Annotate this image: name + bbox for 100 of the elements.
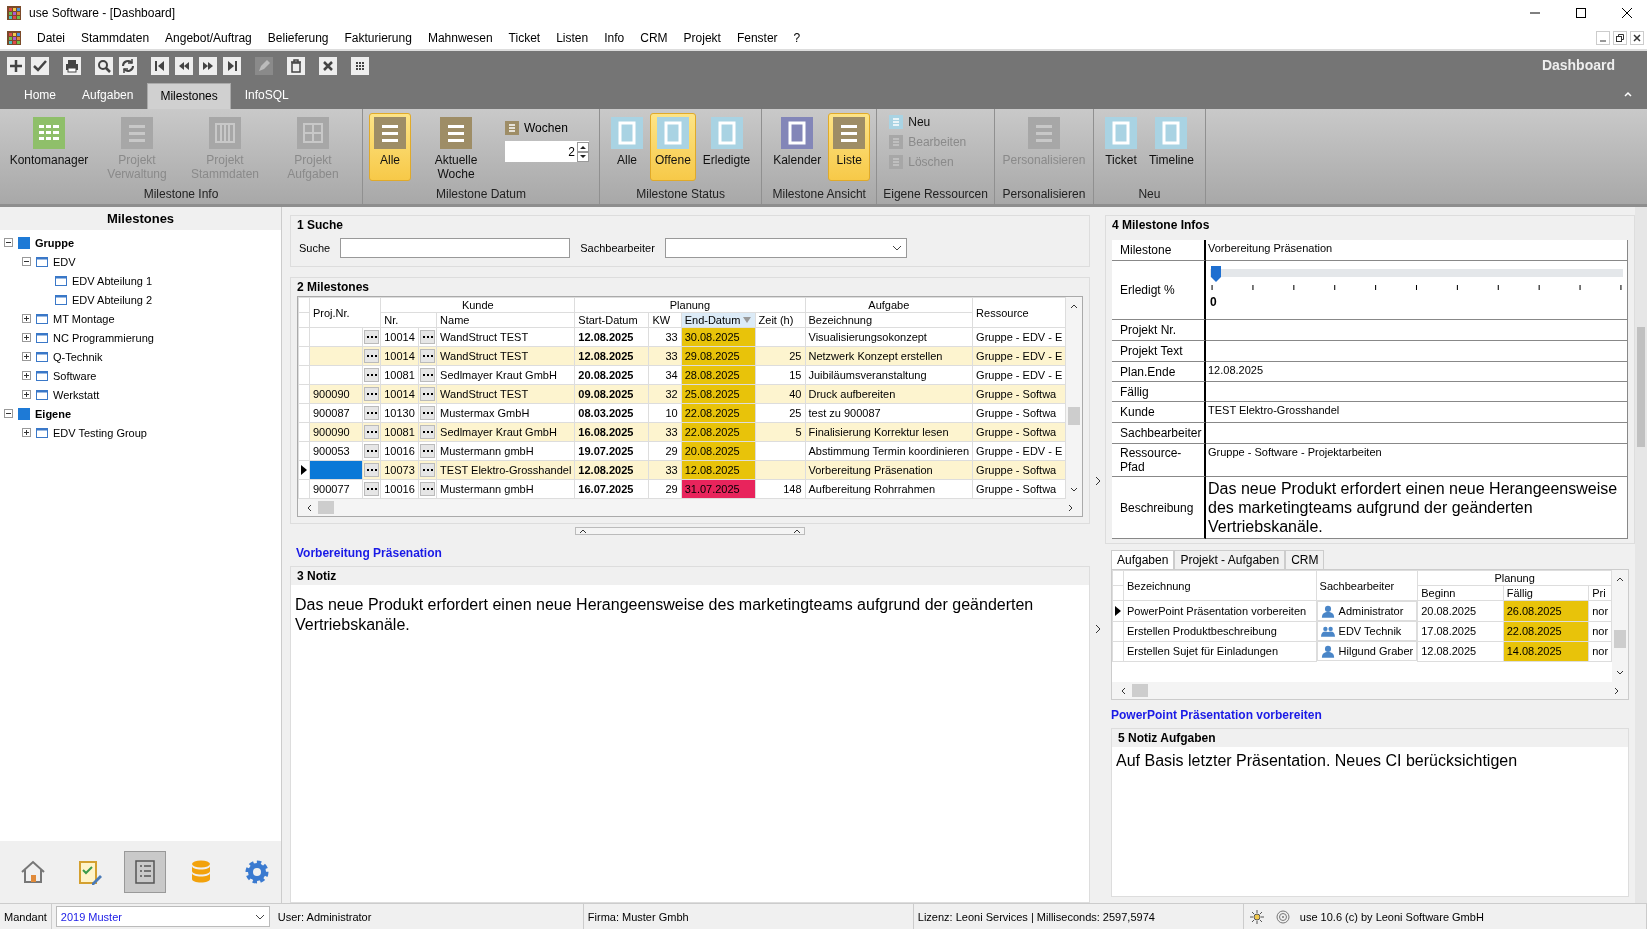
- menu-item[interactable]: CRM: [639, 30, 669, 45]
- menu-item[interactable]: Projekt: [682, 30, 722, 45]
- menu-item[interactable]: ?: [792, 30, 802, 45]
- column-header[interactable]: Sachbearbeiter: [1316, 570, 1418, 601]
- tree-item[interactable]: NC Programmierung: [53, 331, 154, 344]
- tree-item[interactable]: EDV: [53, 255, 76, 268]
- column-header[interactable]: Proj.Nr.: [309, 297, 381, 328]
- column-header[interactable]: Zeit (h): [755, 312, 805, 328]
- cancel-icon[interactable]: [319, 57, 337, 75]
- grid-icon[interactable]: [351, 57, 369, 75]
- menu-item[interactable]: Fakturierung: [343, 30, 413, 45]
- ribbon-button[interactable]: Kalender: [768, 113, 827, 181]
- tree-item[interactable]: MT Montage: [53, 312, 115, 325]
- slider-thumb[interactable]: [1210, 265, 1222, 283]
- last-icon[interactable]: [223, 57, 241, 75]
- spin-arrows-icon[interactable]: [577, 141, 589, 162]
- ribbon-tab[interactable]: Aufgaben: [70, 83, 146, 109]
- ellipsis-button[interactable]: [420, 425, 436, 439]
- tree-toggle-icon[interactable]: [22, 333, 31, 342]
- ribbon-tab[interactable]: Home: [12, 83, 68, 109]
- check-icon[interactable]: [31, 57, 49, 75]
- ribbon-button[interactable]: Offene: [650, 113, 696, 181]
- collapse-icon[interactable]: [1623, 89, 1633, 99]
- scroll-thumb[interactable]: [1637, 327, 1645, 447]
- menu-item[interactable]: Mahnwesen: [426, 30, 494, 45]
- ellipsis-button[interactable]: [364, 349, 380, 363]
- scroll-thumb[interactable]: [1614, 630, 1627, 648]
- ellipsis-button[interactable]: [364, 330, 380, 344]
- refresh-icon[interactable]: [119, 57, 137, 75]
- tree-item[interactable]: Werkstatt: [53, 388, 100, 401]
- menu-item[interactable]: Belieferung: [266, 30, 330, 45]
- column-header[interactable]: KW: [648, 312, 682, 328]
- add-icon[interactable]: [7, 57, 25, 75]
- print-icon[interactable]: [63, 57, 81, 75]
- menu-item[interactable]: Datei: [36, 30, 66, 45]
- tree-toggle-icon[interactable]: [22, 352, 31, 361]
- rewind-icon[interactable]: [175, 57, 193, 75]
- ellipsis-button[interactable]: [420, 368, 436, 382]
- ellipsis-button[interactable]: [364, 444, 380, 458]
- list-nav-button[interactable]: [124, 851, 166, 893]
- tree-item[interactable]: Q-Technik: [53, 350, 103, 363]
- close-icon[interactable]: [1621, 7, 1633, 19]
- restore-icon[interactable]: [1613, 30, 1627, 45]
- column-header[interactable]: Beginn: [1417, 585, 1504, 601]
- menu-item[interactable]: Angebot/Auftrag: [164, 30, 253, 45]
- tree-toggle-icon[interactable]: [22, 428, 31, 437]
- tree-item[interactable]: Eigene: [35, 407, 72, 420]
- search-field[interactable]: [340, 238, 571, 258]
- menu-item[interactable]: Fenster: [735, 30, 779, 45]
- ellipsis-button[interactable]: [364, 368, 380, 382]
- tree-item[interactable]: EDV Testing Group: [53, 426, 147, 439]
- ellipsis-button[interactable]: [364, 387, 380, 401]
- delete-icon[interactable]: [287, 57, 305, 75]
- ellipsis-button[interactable]: [420, 330, 436, 344]
- forward-icon[interactable]: [199, 57, 217, 75]
- ribbon-button[interactable]: Alle: [369, 113, 411, 181]
- ellipsis-button[interactable]: [420, 444, 436, 458]
- ellipsis-button[interactable]: [364, 425, 380, 439]
- first-icon[interactable]: [151, 57, 169, 75]
- mandant-dropdown[interactable]: 2019 Muster: [55, 906, 270, 927]
- tree-item[interactable]: Software: [53, 369, 97, 382]
- menu-item[interactable]: Ticket: [507, 30, 542, 45]
- ellipsis-button[interactable]: [364, 482, 380, 496]
- owner-dropdown[interactable]: [664, 238, 907, 258]
- tree-item[interactable]: Gruppe: [35, 236, 75, 249]
- collapse-right-icon[interactable]: [1094, 624, 1101, 634]
- ellipsis-button[interactable]: [364, 406, 380, 420]
- tree-toggle-icon[interactable]: [22, 257, 31, 266]
- ribbon-button[interactable]: Aktuelle Woche: [413, 113, 499, 185]
- collapse-right-icon[interactable]: [1094, 476, 1101, 486]
- ellipsis-button[interactable]: [420, 482, 436, 496]
- column-header[interactable]: Nr.: [380, 312, 437, 328]
- ellipsis-button[interactable]: [420, 463, 436, 477]
- column-header[interactable]: Name: [436, 312, 575, 328]
- ribbon-button[interactable]: Alle: [606, 113, 648, 181]
- tree-toggle-icon[interactable]: [22, 390, 31, 399]
- scroll-thumb[interactable]: [1068, 407, 1081, 425]
- ellipsis-button[interactable]: [420, 349, 436, 363]
- maximize-icon[interactable]: [1575, 7, 1587, 19]
- ellipsis-button[interactable]: [364, 463, 380, 477]
- splitter-handle-icon[interactable]: [575, 527, 805, 535]
- menu-item[interactable]: Info: [603, 30, 626, 45]
- scroll-thumb[interactable]: [1132, 684, 1148, 697]
- spiral-icon[interactable]: [1274, 908, 1291, 925]
- ellipsis-button[interactable]: [420, 406, 436, 420]
- tree-toggle-icon[interactable]: [22, 371, 31, 380]
- tree-toggle-icon[interactable]: [4, 409, 13, 418]
- menu-item[interactable]: Stammdaten: [80, 30, 151, 45]
- sun-icon[interactable]: [1248, 908, 1265, 925]
- ribbon-button[interactable]: Kontomanager: [6, 113, 92, 181]
- ribbon-tab[interactable]: InfoSQL: [232, 83, 301, 109]
- scroll-thumb[interactable]: [318, 501, 334, 514]
- column-header[interactable]: Fällig: [1503, 585, 1589, 601]
- ribbon-tab[interactable]: Milestones: [147, 83, 231, 109]
- menu-item[interactable]: Listen: [555, 30, 590, 45]
- tree-item[interactable]: EDV Abteilung 1: [72, 274, 153, 287]
- ellipsis-button[interactable]: [420, 387, 436, 401]
- column-header[interactable]: Bezeichnung: [1123, 570, 1317, 601]
- tree-item[interactable]: EDV Abteilung 2: [72, 293, 153, 306]
- column-header[interactable]: Pri: [1588, 585, 1612, 601]
